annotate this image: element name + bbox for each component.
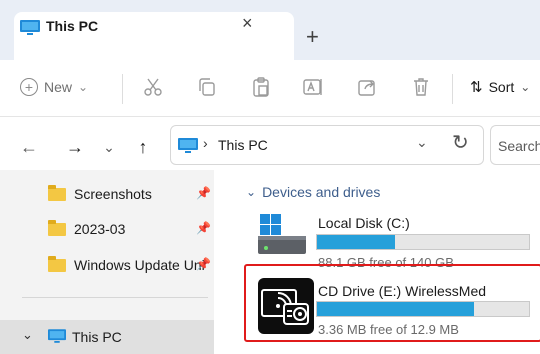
- forward-button[interactable]: →: [64, 136, 86, 158]
- selection-highlight-box: [244, 264, 540, 342]
- pin-icon: 📌: [196, 186, 211, 200]
- usage-bar-fill: [317, 235, 396, 249]
- folder-icon: [48, 219, 66, 236]
- paste-icon[interactable]: [250, 76, 272, 98]
- sort-label: Sort: [488, 79, 515, 95]
- recent-locations-button[interactable]: ⌄: [98, 136, 120, 158]
- sidebar-item-screenshots[interactable]: Screenshots: [48, 183, 152, 205]
- sidebar-item-2023-03[interactable]: 2023-03: [48, 218, 125, 240]
- up-button[interactable]: ↑: [132, 136, 154, 158]
- cut-icon[interactable]: [142, 76, 164, 98]
- hard-drive-icon: [258, 214, 306, 254]
- sort-icon: ⇅: [470, 79, 483, 96]
- pin-icon: 📌: [196, 257, 211, 271]
- copy-icon[interactable]: [196, 76, 218, 98]
- sidebar-divider: [22, 297, 208, 298]
- pin-icon: 📌: [196, 221, 211, 235]
- delete-icon[interactable]: [410, 76, 432, 98]
- toolbar-divider: [122, 74, 123, 104]
- drive-name-c[interactable]: Local Disk (C:): [318, 215, 410, 231]
- rename-icon[interactable]: [302, 76, 324, 98]
- new-label: New: [44, 79, 73, 95]
- sidebar-item-label: Windows Update Uni: [74, 257, 205, 273]
- sidebar-item-label: 2023-03: [74, 221, 126, 237]
- tab-title: This PC: [46, 18, 99, 34]
- chevron-down-icon: ⌄: [246, 185, 257, 199]
- share-icon[interactable]: [356, 76, 378, 98]
- new-tab-button[interactable]: +: [306, 26, 319, 48]
- back-button[interactable]: ←: [18, 136, 40, 158]
- sidebar-item-label: This PC: [72, 329, 122, 345]
- group-header-devices[interactable]: ⌄ Devices and drives: [246, 184, 380, 200]
- chevron-down-icon[interactable]: ⌄: [416, 134, 428, 151]
- breadcrumb[interactable]: This PC: [218, 137, 268, 153]
- search-placeholder: Search: [498, 138, 540, 154]
- new-button[interactable]: + New ⌄: [20, 76, 88, 98]
- plus-icon: +: [20, 78, 38, 96]
- monitor-icon: [178, 138, 198, 153]
- usage-bar-c: [316, 234, 530, 250]
- group-title: Devices and drives: [262, 184, 381, 200]
- toolbar-divider: [452, 74, 453, 104]
- sidebar-item-label: Screenshots: [74, 186, 152, 202]
- sort-button[interactable]: ⇅ Sort ⌄: [470, 78, 530, 96]
- chevron-down-icon[interactable]: ⌄: [22, 327, 33, 343]
- folder-icon: [48, 255, 66, 272]
- folder-icon: [48, 184, 66, 201]
- chevron-down-icon: ⌄: [78, 80, 89, 94]
- breadcrumb-separator[interactable]: ›: [203, 135, 208, 151]
- chevron-down-icon: ⌄: [520, 80, 531, 94]
- close-tab-button[interactable]: ×: [242, 13, 253, 34]
- sidebar-item-windows-update[interactable]: Windows Update Uni: [48, 254, 205, 276]
- refresh-icon[interactable]: ↻: [452, 130, 469, 155]
- monitor-icon: [48, 329, 66, 343]
- monitor-icon: [20, 20, 40, 35]
